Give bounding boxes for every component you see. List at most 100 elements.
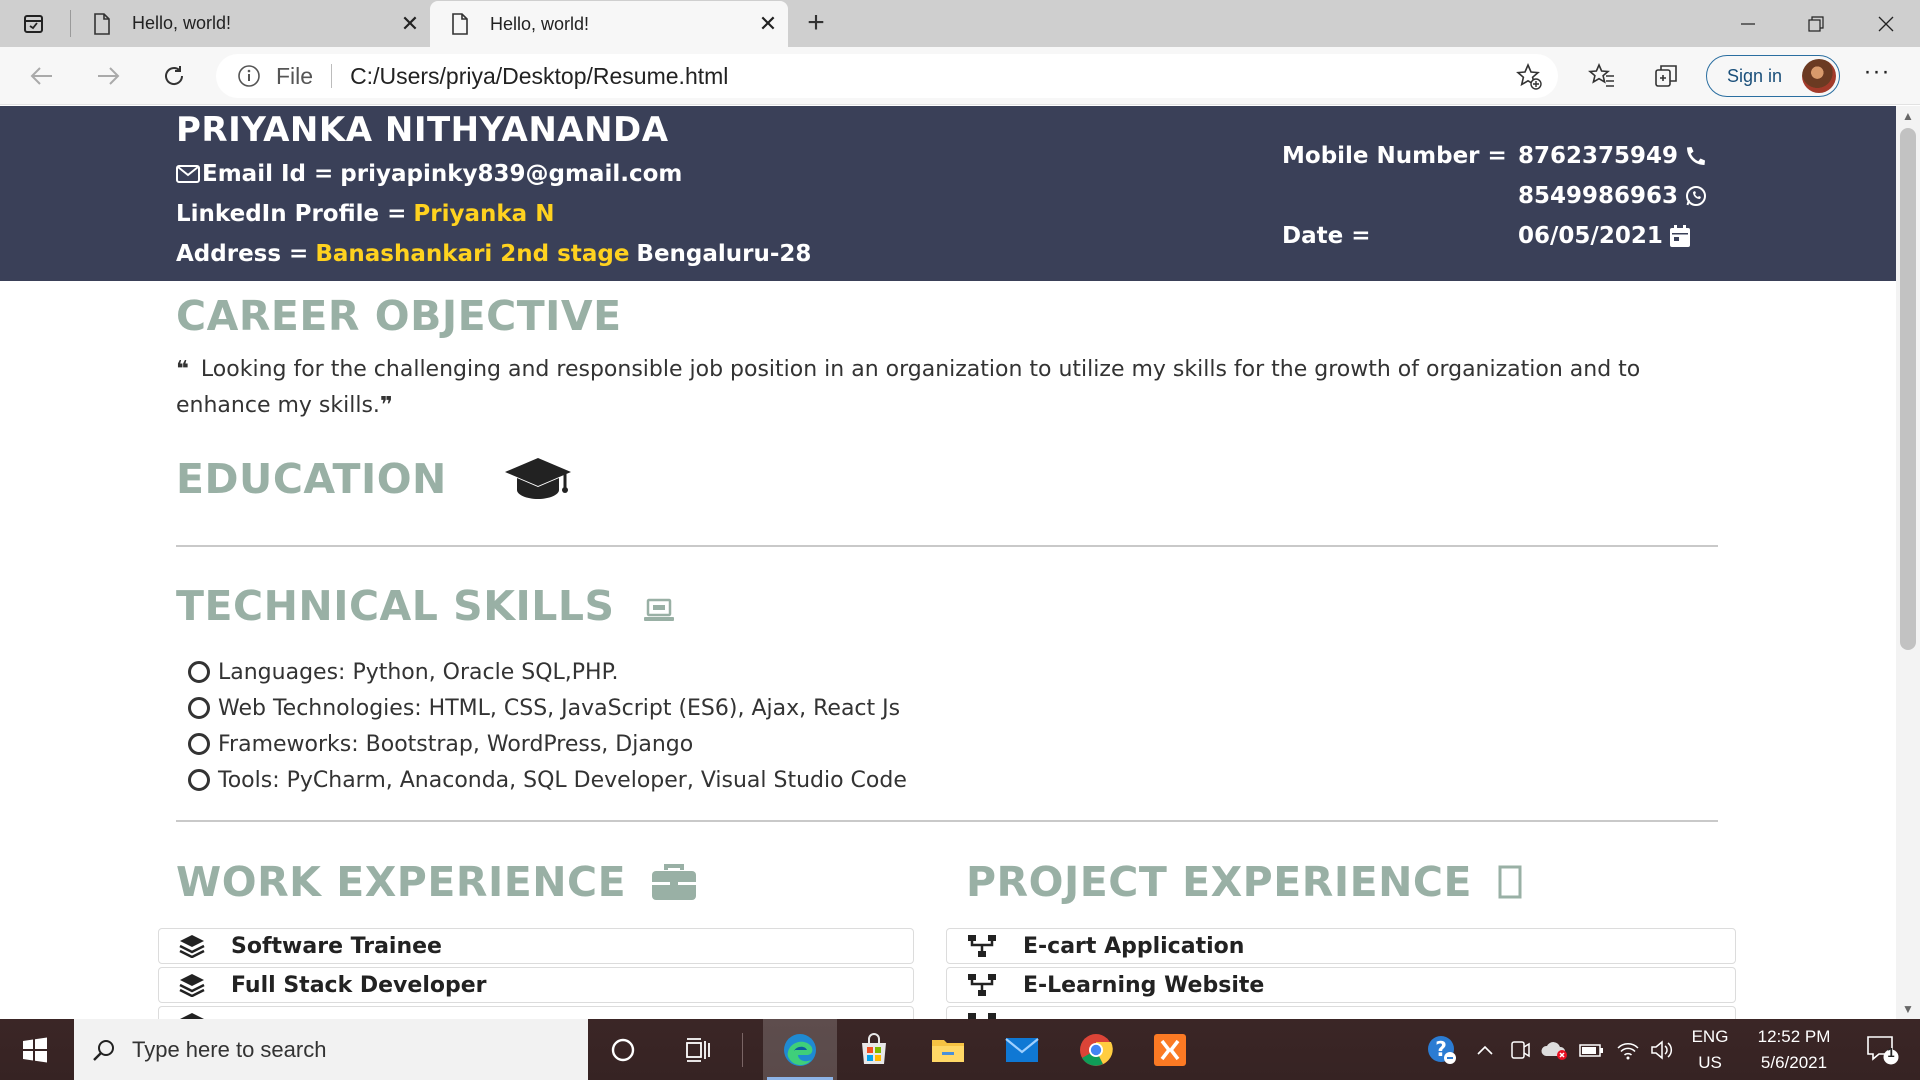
task-view-icon[interactable] [660,1019,734,1080]
page-icon [94,12,110,35]
taskbar-search-box[interactable]: Type here to search [74,1019,588,1080]
help-icon[interactable]: ? [1422,1019,1462,1080]
address-highlight: Banashankari 2nd stage [315,241,630,267]
address-separator [331,64,333,88]
search-placeholder: Type here to search [132,1036,327,1062]
add-favorite-icon[interactable] [1514,62,1544,92]
reload-icon[interactable] [154,57,194,95]
tab-hello-world-2[interactable]: Hello, world! ✕ [430,1,788,47]
onedrive-error-icon[interactable] [1537,1019,1573,1080]
email-value[interactable]: priyapinky839@gmail.com [340,161,682,187]
phone-icon [1687,147,1706,165]
taskbar-separator [742,1033,743,1067]
list-item: Tools: PyCharm, Anaconda, SQL Developer,… [188,762,907,798]
envelope-icon [176,165,200,183]
work-item-label: Full Stack Developer [231,972,487,998]
chrome-app-icon[interactable] [1059,1019,1133,1080]
mail-app-icon[interactable] [985,1019,1059,1080]
new-tab-button[interactable]: + [800,6,832,40]
linkedin-link[interactable]: Priyanka N [413,201,554,227]
layers-icon [179,974,205,997]
quote-right-icon: ❞ [379,393,393,418]
windows-start-icon[interactable] [12,1032,58,1068]
quote-left-icon: ❝ [176,357,189,382]
whatsapp-icon [1686,186,1707,206]
laptop-icon [643,598,674,621]
store-app-icon[interactable] [837,1019,911,1080]
meet-now-icon[interactable] [1505,1019,1535,1080]
sign-in-button[interactable]: Sign in [1706,55,1840,97]
avatar [1802,59,1836,93]
education-heading: EDUCATION [176,455,573,503]
scroll-down-icon[interactable]: ▼ [1902,1003,1914,1015]
email-line: Email Id = priyapinky839@gmail.com [176,161,682,187]
scroll-up-icon[interactable]: ▲ [1902,110,1914,122]
collections-icon[interactable] [1650,59,1684,93]
email-label: Email Id = [202,161,334,187]
project-item[interactable]: E-Learning Website [946,967,1736,1003]
mobile-number-1: 8762375949 [1518,143,1708,169]
tab-close-icon[interactable]: ✕ [390,11,430,37]
tab-title: Hello, world! [132,13,232,33]
tab-actions-icon[interactable] [18,10,50,38]
battery-icon[interactable] [1576,1019,1608,1080]
skill-text: Frameworks: Bootstrap, WordPress, Django [218,731,694,757]
input-language-indicator[interactable]: ENG US [1682,1019,1738,1080]
address-bar[interactable]: File C:/Users/priya/Desktop/Resume.html [216,54,1558,98]
project-item-partial[interactable] [946,1006,1736,1019]
tab-strip: Hello, world! ✕ Hello, world! ✕ + [0,0,1920,47]
work-item[interactable]: Software Trainee [158,928,914,964]
circle-icon [188,661,210,683]
wifi-icon[interactable] [1612,1019,1644,1080]
project-item-label: E-cart Application [1023,933,1245,959]
back-arrow-icon[interactable] [22,57,62,95]
project-experience-title: PROJECT EXPERIENCE [966,858,1472,906]
skill-text: Languages: Python, Oracle SQL,PHP. [218,659,619,685]
volume-icon[interactable] [1646,1019,1678,1080]
cortana-icon[interactable] [586,1019,660,1080]
clock[interactable]: 12:52 PM 5/6/2021 [1742,1019,1846,1080]
date-value-line: 06/05/2021 [1518,223,1691,249]
restore-icon[interactable] [1782,0,1850,47]
more-options-button[interactable]: ··· [1862,60,1892,91]
page-viewport: PRIYANKA NITHYANANDA Email Id = priyapin… [0,106,1896,1019]
skills-heading: TECHNICAL SKILLS [176,582,675,630]
tab-hello-world-1[interactable]: Hello, world! ✕ [72,0,430,47]
date-value: 06/05/2021 [1518,223,1663,249]
clock-date: 5/6/2021 [1760,1052,1828,1072]
list-item: Web Technologies: HTML, CSS, JavaScript … [188,690,907,726]
favorites-icon[interactable] [1585,59,1619,93]
work-experience-list: Software Trainee Full Stack Developer [158,928,914,1019]
project-item[interactable]: E-cart Application [946,928,1736,964]
tab-close-icon[interactable]: ✕ [748,11,788,37]
xampp-app-icon[interactable] [1133,1019,1207,1080]
briefcase-icon [652,864,697,900]
mobile-label: Mobile Number = [1282,143,1507,169]
notification-center-icon[interactable]: 1 [1852,1019,1912,1080]
sitemap-icon [968,1013,996,1019]
scheme-label: File [276,62,314,89]
url-text[interactable]: C:/Users/priya/Desktop/Resume.html [350,63,728,90]
work-item-partial[interactable] [158,1006,914,1019]
forward-arrow-icon[interactable] [88,57,128,95]
minimize-icon[interactable] [1714,0,1782,47]
mobile-number-2: 8549986963 [1518,183,1708,209]
windows-taskbar: Type here to search ? ENG US 12:52 PM 5/… [0,1019,1920,1080]
address-label: Address = [176,241,309,267]
show-hidden-icons-chevron-icon[interactable] [1470,1019,1500,1080]
vertical-scrollbar[interactable]: ▲ ▼ [1896,106,1920,1019]
language-label: ENG [1691,1026,1729,1046]
project-item-label: E-Learning Website [1023,972,1265,998]
window-close-icon[interactable] [1852,0,1920,47]
layers-icon [179,935,205,958]
skills-list: Languages: Python, Oracle SQL,PHP. Web T… [188,654,907,798]
scroll-thumb[interactable] [1900,128,1916,650]
info-icon[interactable] [236,63,262,89]
work-item[interactable]: Full Stack Developer [158,967,914,1003]
career-objective-text: ❝ Looking for the challenging and respons… [176,352,1716,424]
edge-app-icon[interactable] [763,1019,837,1080]
work-experience-title: WORK EXPERIENCE [176,858,627,906]
tab-separator [70,10,71,37]
file-explorer-icon[interactable] [911,1019,985,1080]
career-objective-title: CAREER OBJECTIVE [176,292,622,340]
